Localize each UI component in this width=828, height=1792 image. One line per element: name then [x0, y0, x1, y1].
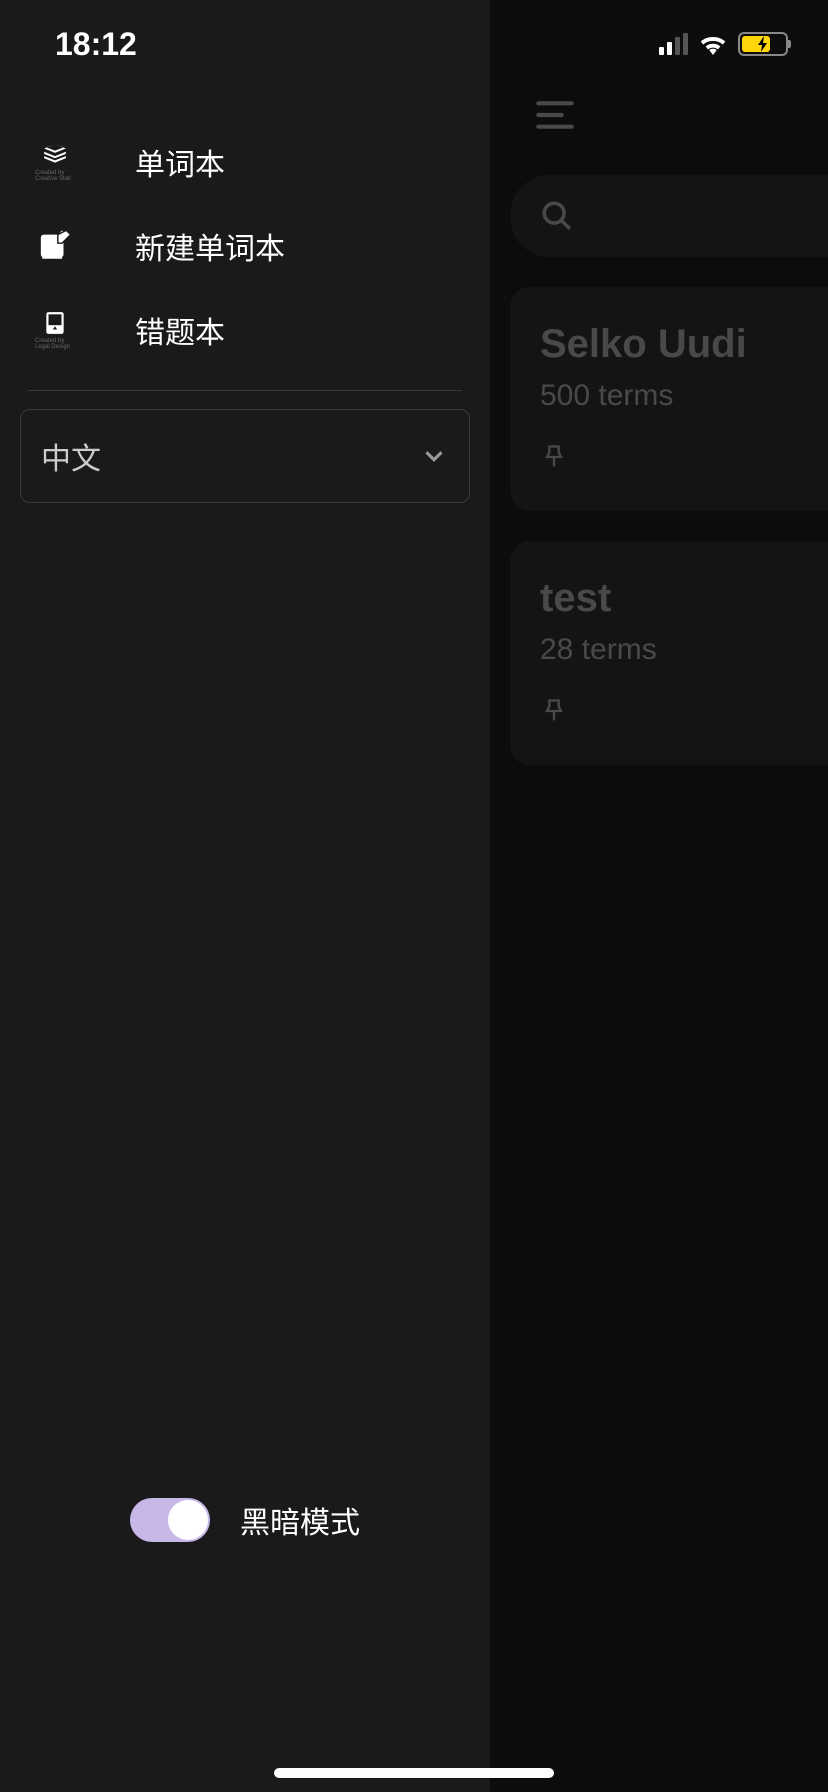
pin-icon[interactable]	[540, 697, 568, 725]
wordbook-card[interactable]: Selko Uudi 500 terms	[510, 287, 828, 511]
search-icon	[540, 199, 574, 233]
hamburger-icon[interactable]	[535, 100, 575, 130]
battery-icon	[738, 32, 788, 56]
status-time: 18:12	[55, 26, 137, 63]
card-subtitle: 500 terms	[540, 379, 828, 413]
sidebar-item-mistakes[interactable]: Created by Legal Design 错题本	[0, 288, 490, 372]
home-indicator[interactable]	[274, 1768, 554, 1778]
cellular-signal-icon	[659, 33, 688, 55]
divider	[28, 390, 462, 391]
card-title: Selko Uudi	[540, 322, 828, 367]
sidebar-item-wordbook[interactable]: Created by Creative Stall 单词本	[0, 120, 490, 204]
dark-mode-label: 黑暗模式	[240, 1498, 360, 1542]
status-icons	[659, 32, 788, 56]
status-bar: 18:12	[0, 0, 828, 88]
dark-mode-toggle[interactable]	[130, 1498, 210, 1542]
wordbook-card[interactable]: test 28 terms	[510, 541, 828, 765]
card-subtitle: 28 terms	[540, 633, 828, 667]
chevron-down-icon	[419, 441, 449, 471]
sidebar-item-new-wordbook[interactable]: 新建单词本	[0, 204, 490, 288]
notebook-icon: Created by Legal Design	[35, 310, 75, 350]
menu-label: 新建单词本	[135, 224, 285, 268]
books-icon: Created by Creative Stall	[35, 142, 75, 182]
search-bar[interactable]	[510, 175, 828, 257]
card-title: test	[540, 576, 828, 621]
sidebar-drawer: Created by Creative Stall 单词本 新建单词本 Crea…	[0, 0, 490, 1792]
main-content: Selko Uudi 500 terms test 28 terms	[490, 0, 828, 1792]
edit-icon	[35, 226, 75, 266]
menu-label: 单词本	[135, 140, 225, 184]
dark-mode-row: 黑暗模式	[0, 1498, 490, 1542]
language-select[interactable]: 中文	[20, 409, 470, 503]
wifi-icon	[698, 33, 728, 55]
language-value: 中文	[41, 434, 101, 478]
pin-icon[interactable]	[540, 443, 568, 471]
menu-label: 错题本	[135, 308, 225, 352]
